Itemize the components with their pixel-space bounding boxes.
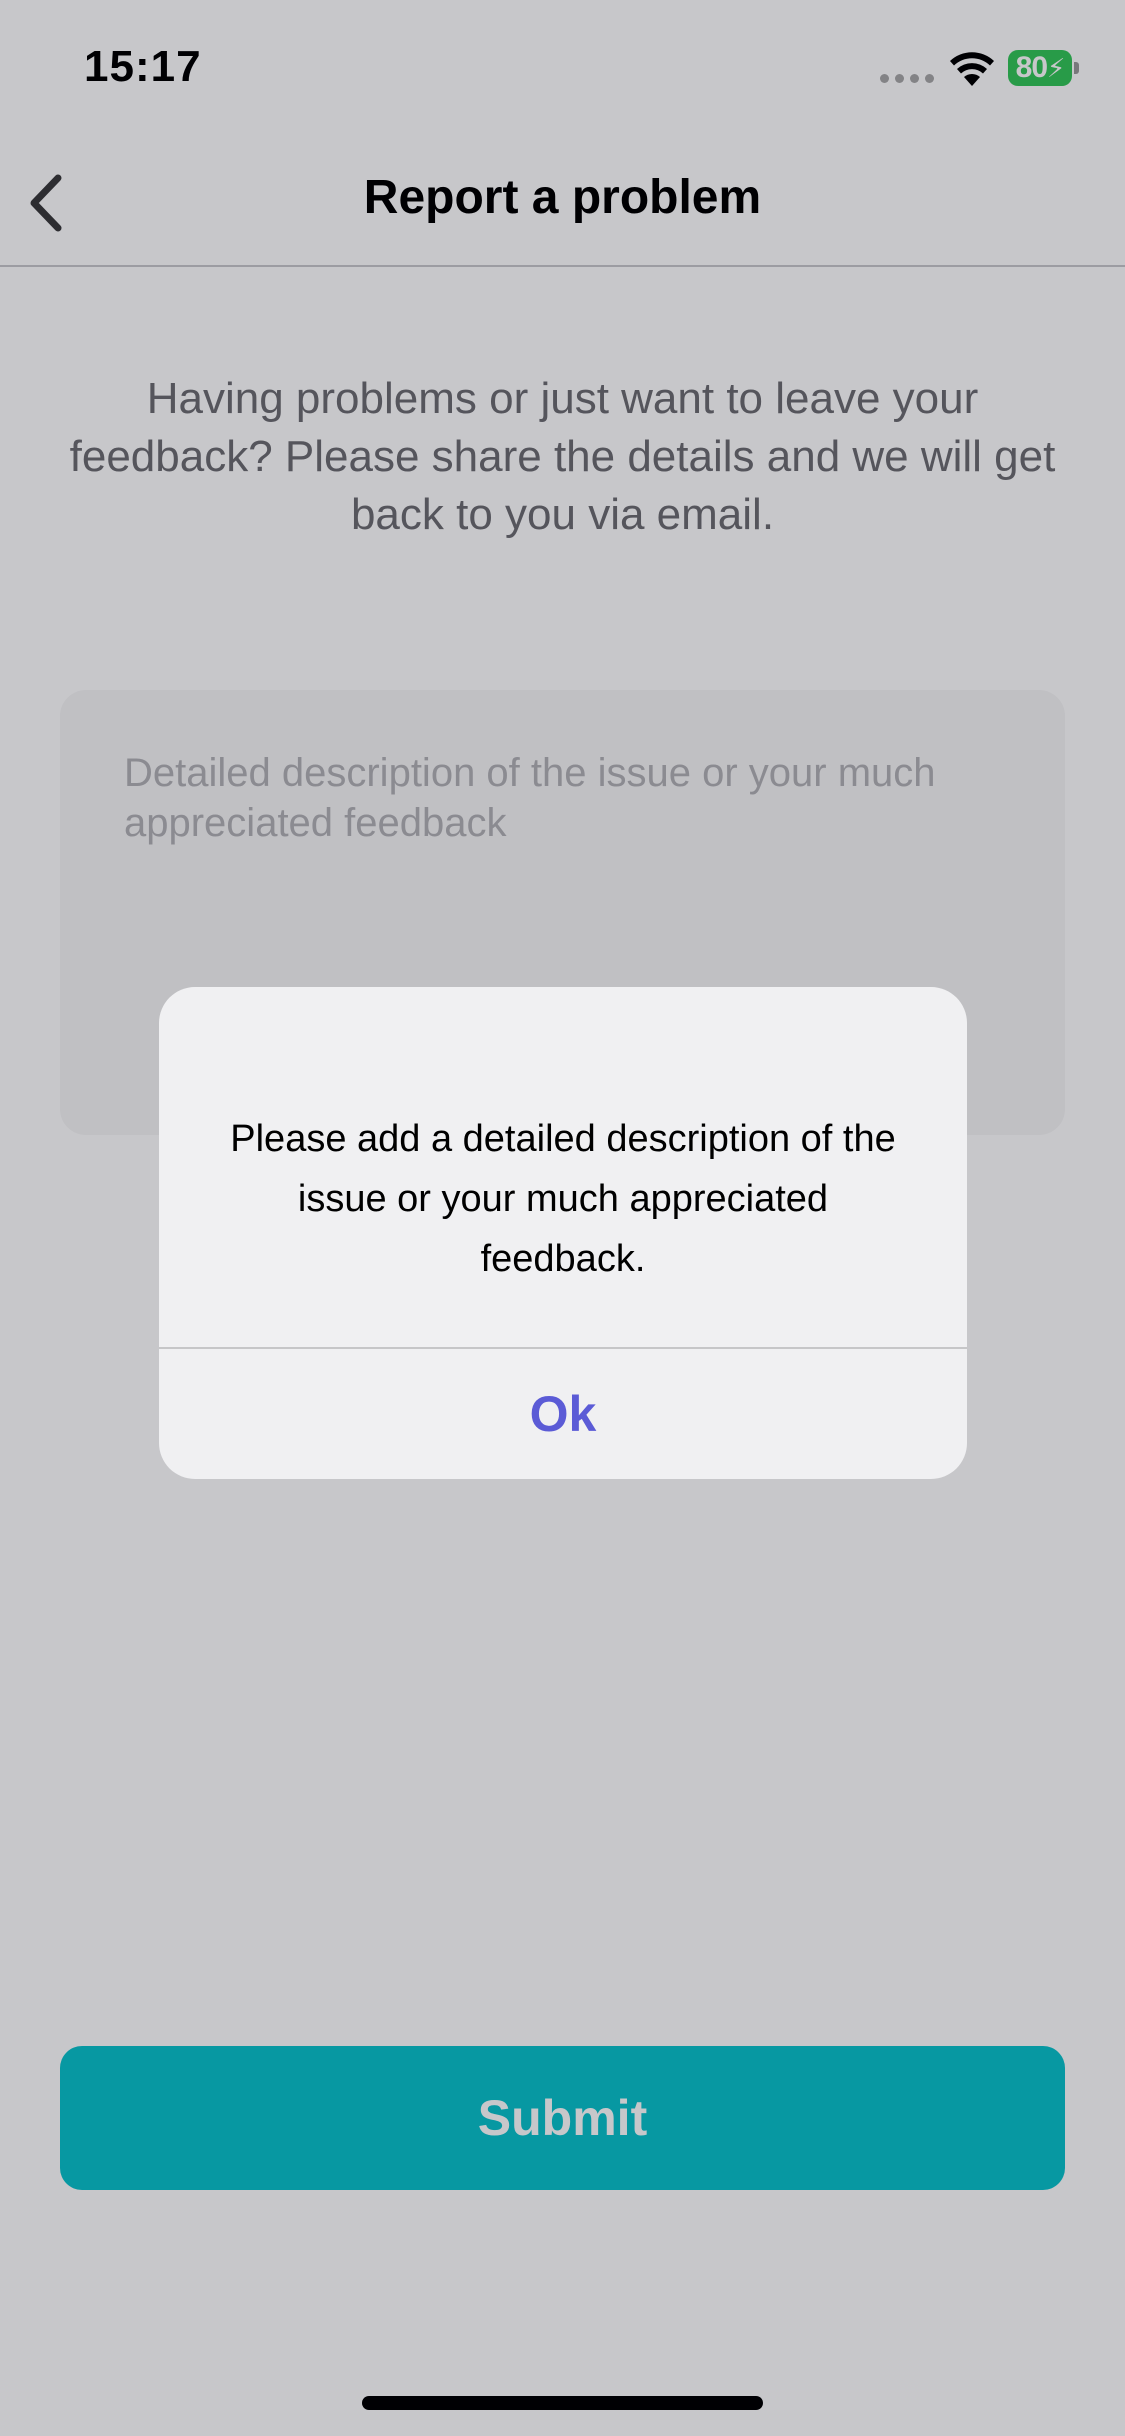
- validation-alert: Please add a detailed description of the…: [159, 987, 967, 1479]
- alert-ok-button[interactable]: Ok: [159, 1349, 967, 1479]
- alert-message: Please add a detailed description of the…: [230, 1118, 896, 1280]
- report-problem-screen: 15:17 80 ⚡ Report a problem Having proble…: [0, 0, 1125, 2436]
